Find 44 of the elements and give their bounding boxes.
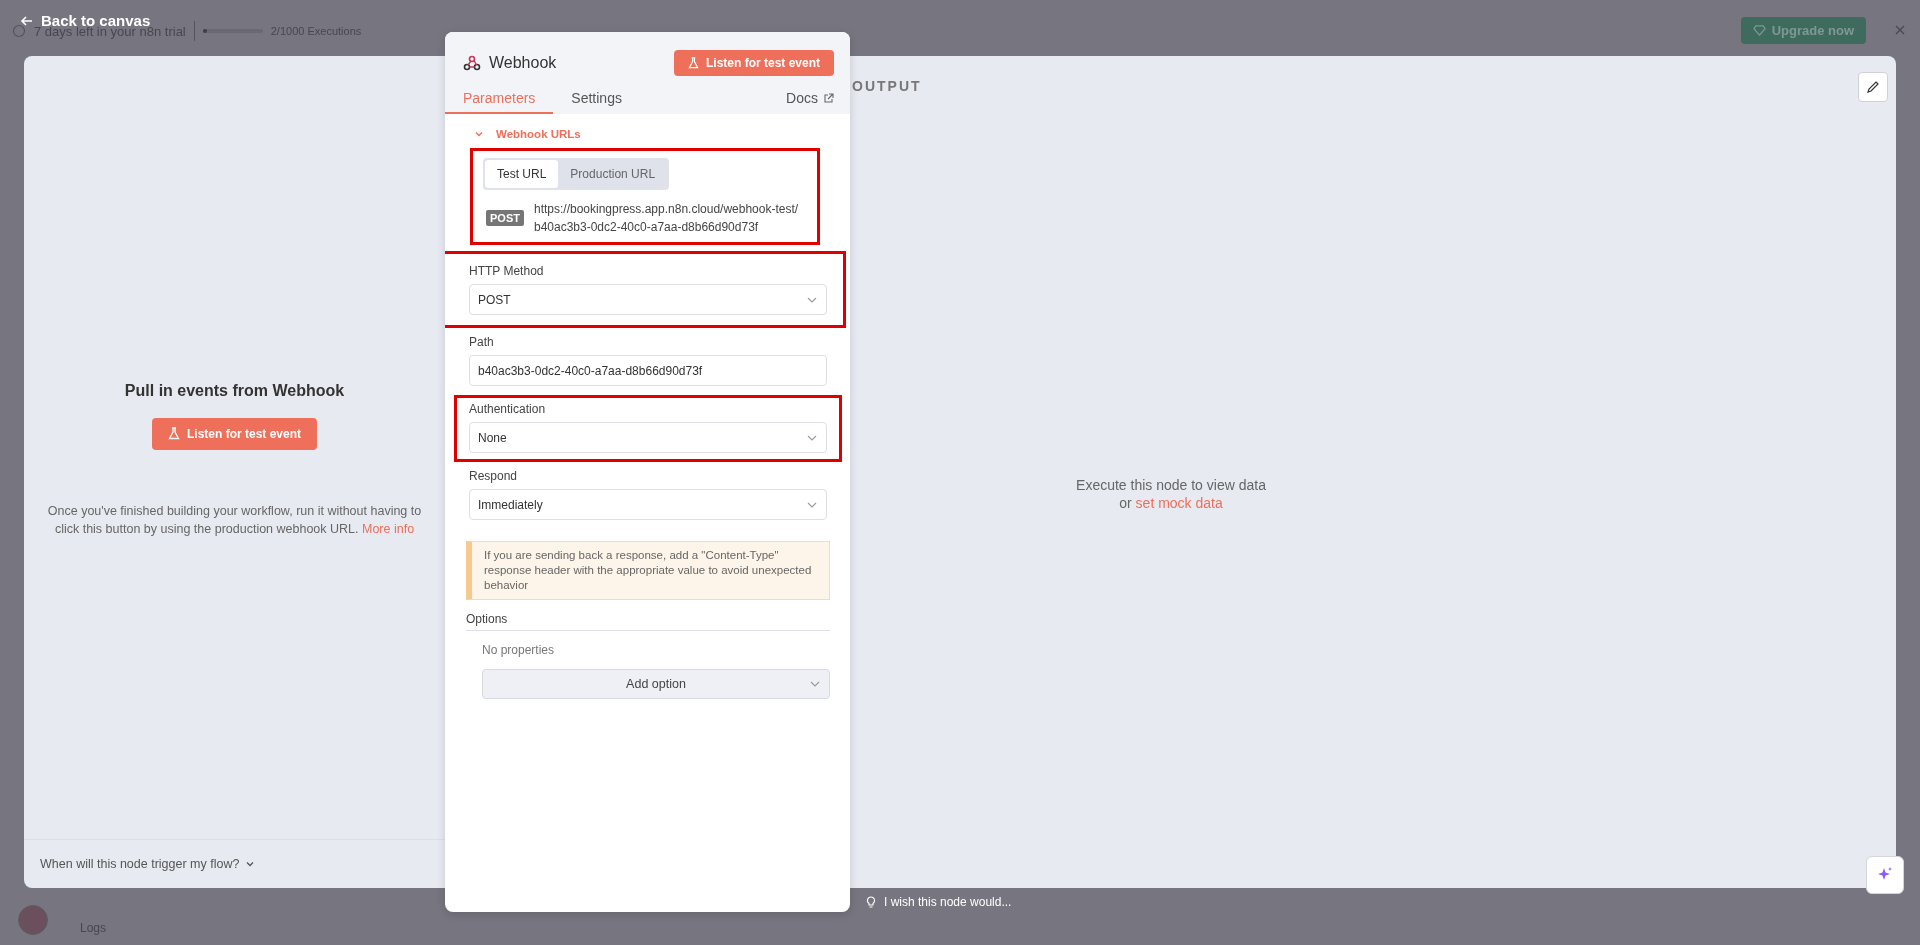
chevron-down-icon [245, 859, 256, 869]
more-info-link[interactable]: More info [362, 521, 415, 536]
select-field[interactable]: POST [469, 284, 827, 315]
node-title: Webhook [489, 54, 557, 72]
warning-notice: If you are sending back a response, add a "Content-Type" response header with the appropriate value to avoid unexpected behavior [466, 541, 830, 600]
url-tab[interactable]: Production URL [558, 160, 668, 188]
flask-icon [687, 57, 699, 69]
empty-text: No properties [482, 643, 556, 657]
webhook-url[interactable]: https://bookingpress.app.n8n.cloud/webhook-test/b40ac3b3-0dc2-40c0-a7aa-d8b66d90d73f [533, 200, 800, 236]
flask-icon [168, 427, 180, 440]
webhook-urls-toggle[interactable]: Webhook URLs [466, 122, 830, 146]
listen-button[interactable]: Listen for test event [673, 50, 834, 76]
panel-title: Pull in events from Webhook [124, 381, 345, 400]
edit-button[interactable] [1858, 72, 1888, 102]
method-badge: POST [486, 210, 524, 226]
docs-link[interactable]: Docs [786, 90, 834, 114]
listen-button[interactable]: Listen for test event [152, 417, 317, 450]
lightbulb-icon [866, 895, 876, 909]
field-label: Authentication [469, 402, 547, 416]
ai-assistant-button[interactable] [1866, 856, 1904, 894]
mock-data-link[interactable]: set mock data [1135, 495, 1223, 511]
webhook-icon [463, 55, 481, 71]
empty-message: Execute this node to view data [1076, 476, 1266, 494]
field-label: Respond [469, 469, 519, 483]
select-field[interactable]: None [469, 422, 827, 453]
or-text: or [1119, 495, 1132, 511]
add-option-button[interactable]: Add option [482, 669, 830, 699]
arrow-left-icon [20, 13, 34, 28]
url-tab[interactable]: Test URL [485, 160, 559, 188]
options-heading: Options [466, 612, 830, 631]
chevron-icon [474, 129, 484, 139]
field-label: Path [469, 335, 495, 349]
feedback-link[interactable]: I wish this node would... [866, 895, 1012, 909]
diamond-icon [1752, 23, 1766, 37]
pencil-icon [1866, 80, 1880, 94]
help-text: Once you've finished building your workflow, run it without having to click this button by using the production webhook URL. More info [46, 502, 423, 538]
field-label: HTTP Method [469, 264, 545, 278]
clock-icon [12, 24, 26, 38]
tab[interactable]: Settings [553, 82, 640, 114]
input-field[interactable]: b40ac3b3-0dc2-40c0-a7aa-d8b66d90d73f [469, 355, 827, 386]
output-title: OUTPUT [852, 78, 922, 94]
external-link-icon [823, 92, 834, 104]
tab[interactable]: Parameters [445, 82, 554, 114]
select-field[interactable]: Immediately [469, 489, 827, 520]
